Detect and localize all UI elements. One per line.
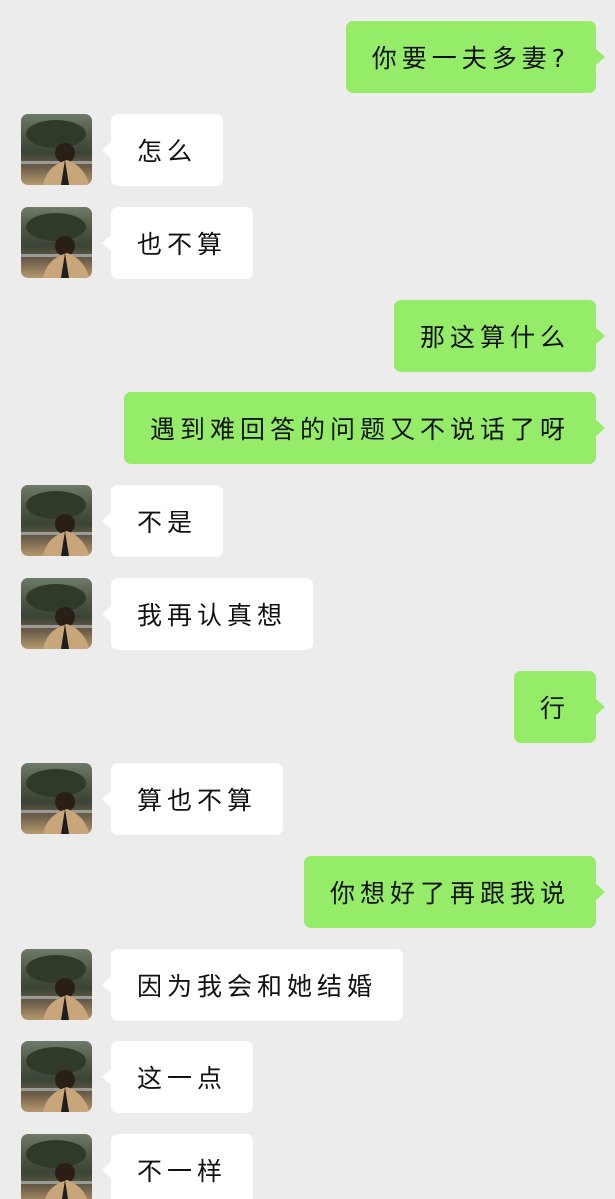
message-received: 算也不算 xyxy=(0,763,615,835)
message-received: 这一点 xyxy=(0,1041,615,1113)
message-received: 我再认真想 xyxy=(0,578,615,650)
sent-message-bubble[interactable]: 你要一夫多妻? xyxy=(345,21,606,93)
contact-avatar[interactable] xyxy=(21,763,92,834)
message-received: 不是 xyxy=(0,485,615,557)
message-sent: 遇到难回答的问题又不说话了呀 xyxy=(0,392,615,464)
contact-avatar[interactable] xyxy=(21,1041,92,1112)
message-received: 怎么 xyxy=(0,114,615,186)
sent-message-bubble[interactable]: 行 xyxy=(513,671,606,743)
received-message-bubble[interactable]: 算也不算 xyxy=(101,763,284,835)
received-message-bubble[interactable]: 不一样 xyxy=(101,1134,254,1199)
received-message-bubble[interactable]: 因为我会和她结婚 xyxy=(101,949,404,1021)
message-sent: 你要一夫多妻? xyxy=(0,21,615,93)
contact-avatar[interactable] xyxy=(21,949,92,1020)
sent-message-bubble[interactable]: 那这算什么 xyxy=(393,300,606,372)
sent-message-bubble[interactable]: 你想好了再跟我说 xyxy=(303,856,606,928)
received-message-bubble[interactable]: 怎么 xyxy=(101,114,224,186)
contact-avatar[interactable] xyxy=(21,1134,92,1199)
message-sent: 行 xyxy=(0,671,615,743)
message-sent: 你想好了再跟我说 xyxy=(0,856,615,928)
chat-thread[interactable]: 你要一夫多妻? 怎么 也不算 那这算什么 遇到难回答的问题又不说话了呀 不是 我… xyxy=(0,0,615,1199)
message-received: 因为我会和她结婚 xyxy=(0,949,615,1021)
message-received: 不一样 xyxy=(0,1134,615,1199)
contact-avatar[interactable] xyxy=(21,207,92,278)
message-sent: 那这算什么 xyxy=(0,300,615,372)
sent-message-bubble[interactable]: 遇到难回答的问题又不说话了呀 xyxy=(123,392,606,464)
message-received: 也不算 xyxy=(0,207,615,279)
received-message-bubble[interactable]: 也不算 xyxy=(101,207,254,279)
received-message-bubble[interactable]: 这一点 xyxy=(101,1041,254,1113)
received-message-bubble[interactable]: 我再认真想 xyxy=(101,578,314,650)
contact-avatar[interactable] xyxy=(21,578,92,649)
contact-avatar[interactable] xyxy=(21,485,92,556)
received-message-bubble[interactable]: 不是 xyxy=(101,485,224,557)
contact-avatar[interactable] xyxy=(21,114,92,185)
